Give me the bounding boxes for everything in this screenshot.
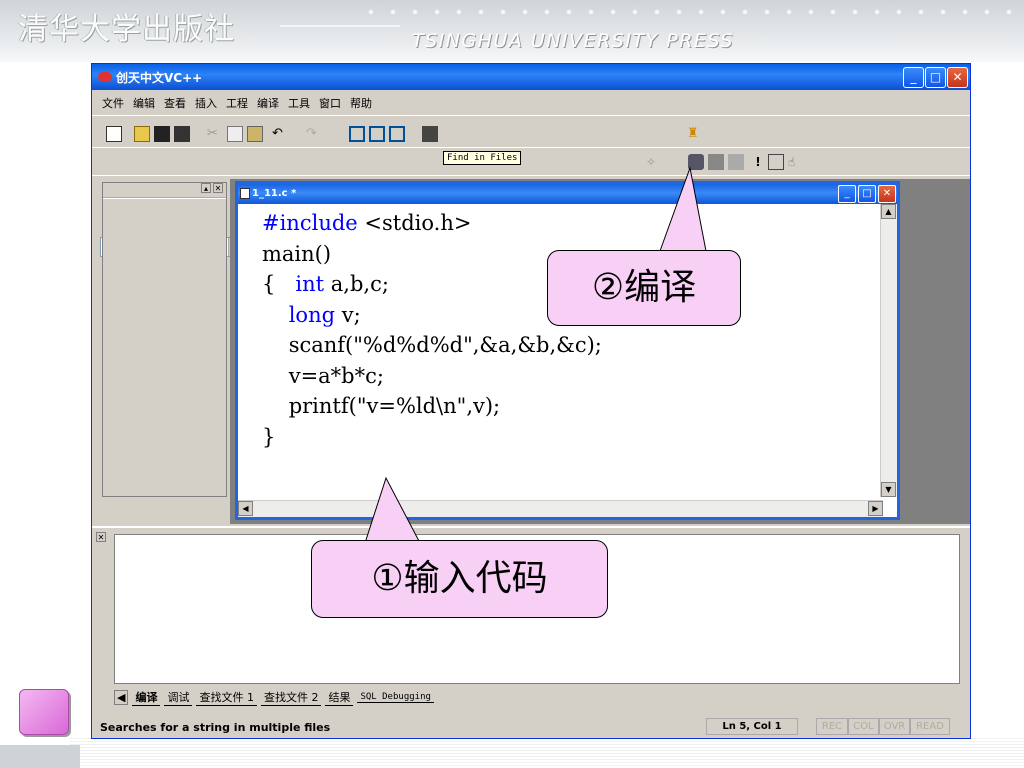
compile-callout-pointer: [659, 166, 707, 252]
compile-callout: ②编译: [547, 250, 741, 326]
code-callout-pointer: [364, 476, 421, 544]
callout-pointers: [364, 166, 707, 544]
input-code-callout: ①输入代码: [311, 540, 608, 618]
